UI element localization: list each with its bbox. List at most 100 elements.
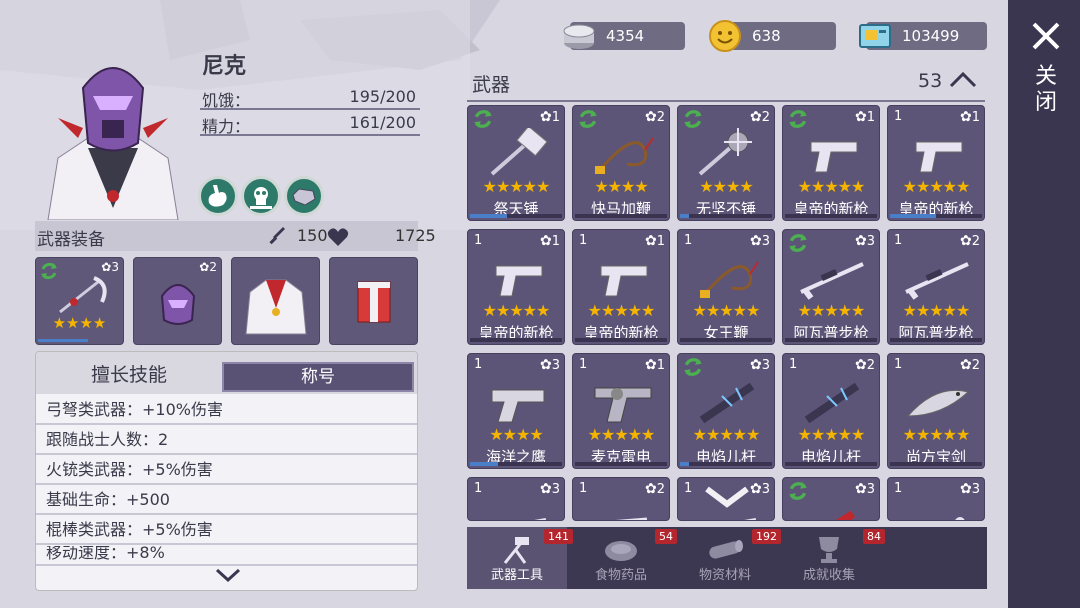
recycle-icon <box>684 358 702 376</box>
item-level-num: 3 <box>866 482 875 497</box>
tab-skills[interactable]: 擅长技能 <box>36 360 222 387</box>
weapon-card[interactable]: 1 ✿2 ★★★★★ 阿瓦普步枪 <box>887 229 985 345</box>
hammer-icon <box>490 128 548 176</box>
skill-row: 火铳类武器：+5%伤害 <box>36 456 417 485</box>
item-durability-bar <box>785 462 877 466</box>
heart-icon <box>327 228 349 246</box>
tab-materials[interactable]: 192 物资材料 <box>675 527 781 589</box>
skill-row: 移动速度：+8% <box>36 546 417 566</box>
item-count: 1 <box>789 357 798 372</box>
item-level-num: 2 <box>656 110 665 125</box>
energy-label: 精力： <box>202 117 251 136</box>
gear-icon: ✿ <box>959 109 972 125</box>
skills-panel[interactable]: 擅长技能 称号 弓弩类武器：+10%伤害 跟随战士人数：2 火铳类武器：+5%伤… <box>35 351 418 591</box>
item-durability-bar <box>890 214 982 218</box>
weapon-card[interactable]: ✿3 <box>782 477 880 521</box>
weapon-card[interactable]: ✿1 ★★★★★ 祭天锤 <box>467 105 565 221</box>
item-level-num: 2 <box>971 234 980 249</box>
weapon-card[interactable]: ✿1 ★★★★★ 皇帝的新枪 <box>782 105 880 221</box>
item-stars: ★★★★★ <box>902 177 971 196</box>
helmet-icon <box>160 284 196 325</box>
item-level-num: 3 <box>761 234 770 249</box>
weapon-card[interactable]: 1 ✿2 ★★★★★ 尚方宝剑 <box>887 353 985 469</box>
skull-trait[interactable] <box>241 176 281 216</box>
weapon-card[interactable]: 1 ✿3 <box>467 477 565 521</box>
item-level: ✿3 <box>855 481 875 497</box>
gear-icon: ✿ <box>854 109 867 125</box>
item-level: ✿1 <box>645 357 665 373</box>
weapon-card[interactable]: 1 ✿3 ★★★★★ 女王鞭 <box>677 229 775 345</box>
slot-level-num: 3 <box>111 260 119 274</box>
weapon-card[interactable]: 1 ✿3 <box>887 477 985 521</box>
recycle-icon <box>789 482 807 500</box>
gear-icon: ✿ <box>539 357 552 373</box>
electric-rod-icon <box>699 382 755 424</box>
stomach-trait[interactable] <box>198 176 238 216</box>
bone-icon <box>953 517 965 520</box>
gear-icon: ✿ <box>854 233 867 249</box>
gear-icon: ✿ <box>959 481 972 497</box>
fish-sword-icon <box>906 389 970 417</box>
equip-slot-weapon[interactable]: ✿3 ★★★★ <box>35 257 124 345</box>
item-stars: ★★★★ <box>594 177 648 196</box>
tab-weapons-tools[interactable]: 141 武器工具 <box>467 527 573 589</box>
skills-tabs: 擅长技能 称号 <box>36 352 417 394</box>
item-stars: ★★★★★ <box>902 425 971 444</box>
item-level: ✿3 <box>960 481 980 497</box>
weapon-card[interactable]: 1 ✿1 ★★★★★ 皇帝的新枪 <box>887 105 985 221</box>
hunger-value: 195/200 <box>349 87 416 106</box>
axe-hammer-icon <box>503 537 529 564</box>
tab-titles[interactable]: 称号 <box>222 362 414 392</box>
spiked-mace-icon <box>698 128 752 176</box>
item-durability-bar <box>470 462 562 466</box>
gear-icon: ✿ <box>749 109 762 125</box>
sniper-rifle-icon <box>800 262 864 300</box>
scythe-weapon-icon <box>59 276 107 314</box>
slot-stars: ★★★★ <box>52 314 107 332</box>
item-durability-bar <box>680 462 772 466</box>
item-stars: ★★★★★ <box>692 425 761 444</box>
scroll-down-chevron-icon[interactable] <box>702 484 752 510</box>
equip-slot-helmet[interactable]: ✿2 <box>133 257 222 345</box>
item-level-num: 2 <box>971 358 980 373</box>
equip-slot-pants[interactable] <box>329 257 418 345</box>
item-level: ✿3 <box>750 233 770 249</box>
silver-value: 4354 <box>606 27 645 45</box>
pistol-icon <box>495 265 543 297</box>
slot-durability-bar <box>38 339 88 342</box>
equip-slot-coat[interactable] <box>231 257 320 345</box>
close-label[interactable]: 关闭 <box>1034 64 1058 116</box>
item-level-num: 1 <box>551 234 560 249</box>
skill-row: 弓弩类武器：+10%伤害 <box>36 396 417 425</box>
equipment-header: 武器装备 150 1725 <box>35 221 436 251</box>
item-stars: ★★★★★ <box>797 177 866 196</box>
chevron-down-icon[interactable] <box>214 566 242 584</box>
weapon-card[interactable]: 1 ✿2 <box>572 477 670 521</box>
chevron-up-icon[interactable] <box>948 70 978 90</box>
gem-trait[interactable] <box>284 176 324 216</box>
weapon-card[interactable]: ✿3 ★★★★★ 电焰儿杆 <box>677 353 775 469</box>
weapon-card[interactable]: ✿2 ★★★★ 快马加鞭 <box>572 105 670 221</box>
weapon-card[interactable]: 1 ✿1 ★★★★★ 皇帝的新枪 <box>572 229 670 345</box>
item-level-num: 1 <box>656 234 665 249</box>
recycle-icon <box>789 110 807 128</box>
gear-icon: ✿ <box>539 481 552 497</box>
tab-achievements[interactable]: 84 成就收集 <box>779 527 885 589</box>
gear-icon: ✿ <box>539 233 552 249</box>
weapon-card[interactable]: 1 ✿2 ★★★★★ 电焰儿杆 <box>782 353 880 469</box>
item-durability-bar <box>470 338 562 342</box>
item-level: ✿3 <box>750 481 770 497</box>
skull-burst-icon <box>250 187 272 209</box>
tab-food-medicine[interactable]: 54 食物药品 <box>571 527 677 589</box>
energy-stat: 精力： 161/200 <box>200 112 420 136</box>
item-level-num: 3 <box>551 358 560 373</box>
close-icon[interactable] <box>1030 20 1062 52</box>
weapon-card[interactable]: ✿2 ★★★★ 无坚不锤 <box>677 105 775 221</box>
skill-row: 跟随战士人数：2 <box>36 426 417 455</box>
weapon-card[interactable]: 1 ✿1 ★★★★★ 麦克雷电 <box>572 353 670 469</box>
weapon-card[interactable]: ✿3 ★★★★★ 阿瓦普步枪 <box>782 229 880 345</box>
item-level: ✿3 <box>855 233 875 249</box>
weapon-card[interactable]: 1 ✿1 ★★★★★ 皇帝的新枪 <box>467 229 565 345</box>
weapon-card[interactable]: 1 ✿3 ★★★★ 海洋之鹰 <box>467 353 565 469</box>
skill-row: 棍棒类武器：+5%伤害 <box>36 516 417 545</box>
